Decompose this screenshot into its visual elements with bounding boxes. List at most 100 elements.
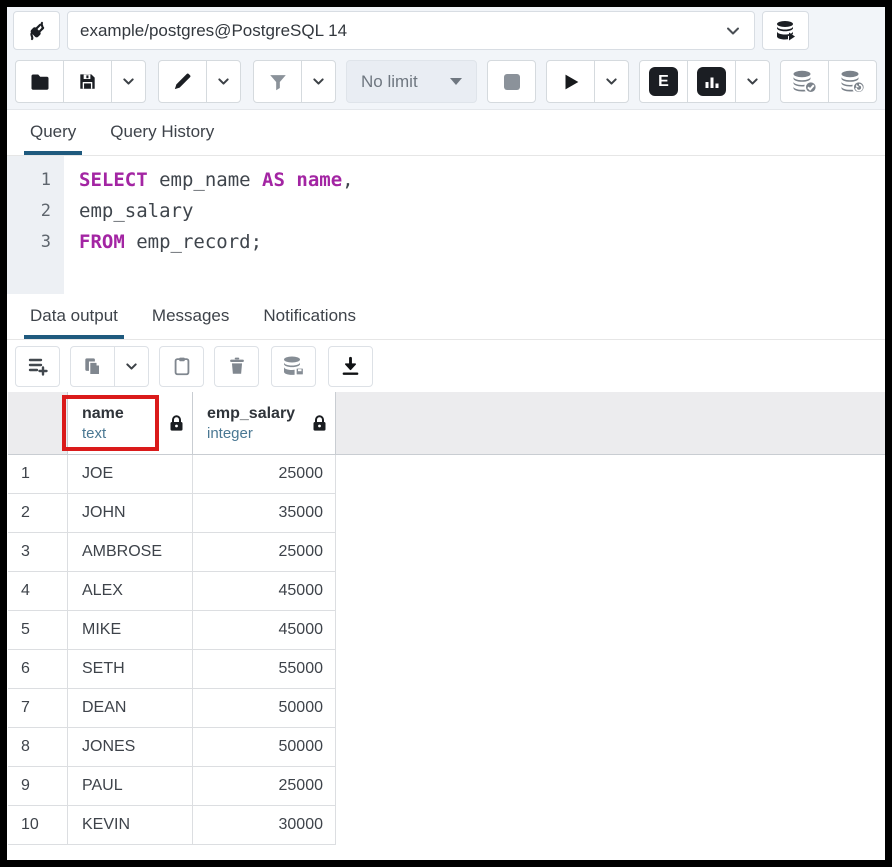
emp-salary-cell[interactable]: 25000 [193,767,336,806]
connection-select-value: example/postgres@PostgreSQL 14 [80,21,724,41]
sql-code: FROM emp_record; [64,227,262,258]
name-cell[interactable]: JOHN [68,494,193,533]
table-row: 8JONES50000 [8,728,885,767]
sql-code: SELECT emp_name AS name, [64,165,354,196]
chevron-down-icon [724,22,742,40]
chevron-down-icon [124,359,139,374]
name-cell[interactable]: DEAN [68,689,193,728]
sql-line: 3FROM emp_record; [7,227,885,258]
name-cell[interactable]: JONES [68,728,193,767]
name-cell[interactable]: SETH [68,650,193,689]
emp-salary-cell[interactable]: 55000 [193,650,336,689]
name-cell[interactable]: JOE [68,455,193,494]
open-file-button[interactable] [15,60,64,103]
chevron-down-icon [216,74,231,89]
chevron-down-icon [604,74,619,89]
column-type-label: integer [207,424,312,443]
query-toolbar: No limit [7,54,885,110]
execute-options-chevron[interactable] [594,60,629,103]
row-number-cell[interactable]: 6 [8,650,68,689]
chevron-down-icon [311,74,326,89]
save-data-changes-button[interactable] [271,346,316,387]
filter-button[interactable] [253,60,302,103]
commit-icon [791,69,818,94]
edit-options-chevron[interactable] [206,60,241,103]
commit-button[interactable] [780,60,829,103]
table-row: 7DEAN50000 [8,689,885,728]
editor-tabstrip: Query Query History [7,110,885,156]
row-number-cell[interactable]: 10 [8,806,68,845]
cancel-query-button[interactable] [487,60,536,103]
database-connect-icon [774,19,798,43]
explain-analyze-button[interactable] [687,60,736,103]
execute-button[interactable] [546,60,595,103]
open-file-icon [28,70,52,94]
table-row: 1JOE25000 [8,455,885,494]
grid-corner-cell[interactable] [8,392,68,455]
explain-icon: E [649,67,678,96]
emp-salary-cell[interactable]: 45000 [193,611,336,650]
edit-button[interactable] [158,60,207,103]
emp-salary-cell[interactable]: 45000 [193,572,336,611]
tab-query[interactable]: Query [24,111,82,155]
row-number-cell[interactable]: 1 [8,455,68,494]
emp-salary-cell[interactable]: 50000 [193,728,336,767]
tab-notifications[interactable]: Notifications [257,295,362,339]
rollback-button[interactable] [828,60,877,103]
table-row: 5MIKE45000 [8,611,885,650]
save-icon [76,70,99,93]
chevron-down-icon [745,74,760,89]
save-data-icon [281,354,306,378]
copy-options-chevron[interactable] [114,346,149,387]
line-number: 1 [7,165,64,196]
name-cell[interactable]: MIKE [68,611,193,650]
save-file-button[interactable] [63,60,112,103]
line-number: 2 [7,196,64,227]
filter-options-chevron[interactable] [301,60,336,103]
row-number-cell[interactable]: 2 [8,494,68,533]
emp-salary-cell[interactable]: 50000 [193,689,336,728]
emp-salary-cell[interactable]: 35000 [193,494,336,533]
row-number-cell[interactable]: 8 [8,728,68,767]
tab-data-output[interactable]: Data output [24,295,124,339]
name-cell[interactable]: PAUL [68,767,193,806]
add-row-button[interactable] [15,346,60,387]
emp-salary-cell[interactable]: 25000 [193,533,336,572]
edit-icon [171,70,194,93]
row-number-cell[interactable]: 4 [8,572,68,611]
grid-body: 1JOE250002JOHN350003AMBROSE250004ALEX450… [8,455,885,845]
sql-editor[interactable]: 1SELECT emp_name AS name,2emp_salary3FRO… [7,156,885,294]
delete-row-button[interactable] [214,346,259,387]
stop-icon [502,72,522,92]
tab-query-history[interactable]: Query History [104,111,220,155]
paste-icon [171,355,193,377]
grid-header-row: name text emp_salary integer [8,392,885,455]
row-number-cell[interactable]: 3 [8,533,68,572]
name-cell[interactable]: AMBROSE [68,533,193,572]
new-connection-button[interactable] [762,11,809,50]
lock-icon [169,415,184,432]
row-number-cell[interactable]: 9 [8,767,68,806]
connection-select[interactable]: example/postgres@PostgreSQL 14 [67,11,755,50]
save-options-chevron[interactable] [111,60,146,103]
row-number-cell[interactable]: 7 [8,689,68,728]
explain-button[interactable]: E [639,60,688,103]
connection-status-button[interactable] [13,11,60,50]
column-header-emp-salary[interactable]: emp_salary integer [193,392,336,455]
emp-salary-cell[interactable]: 30000 [193,806,336,845]
copy-button[interactable] [70,346,115,387]
execute-icon [560,71,582,93]
paste-button[interactable] [159,346,204,387]
table-row: 4ALEX45000 [8,572,885,611]
row-limit-select[interactable]: No limit [346,60,477,103]
data-output-toolbar [7,340,885,392]
row-number-cell[interactable]: 5 [8,611,68,650]
connection-bar: example/postgres@PostgreSQL 14 [7,7,885,54]
tab-messages[interactable]: Messages [146,295,235,339]
name-cell[interactable]: KEVIN [68,806,193,845]
explain-options-chevron[interactable] [735,60,770,103]
emp-salary-cell[interactable]: 25000 [193,455,336,494]
download-button[interactable] [328,346,373,387]
sql-line: 1SELECT emp_name AS name, [7,165,885,196]
name-cell[interactable]: ALEX [68,572,193,611]
